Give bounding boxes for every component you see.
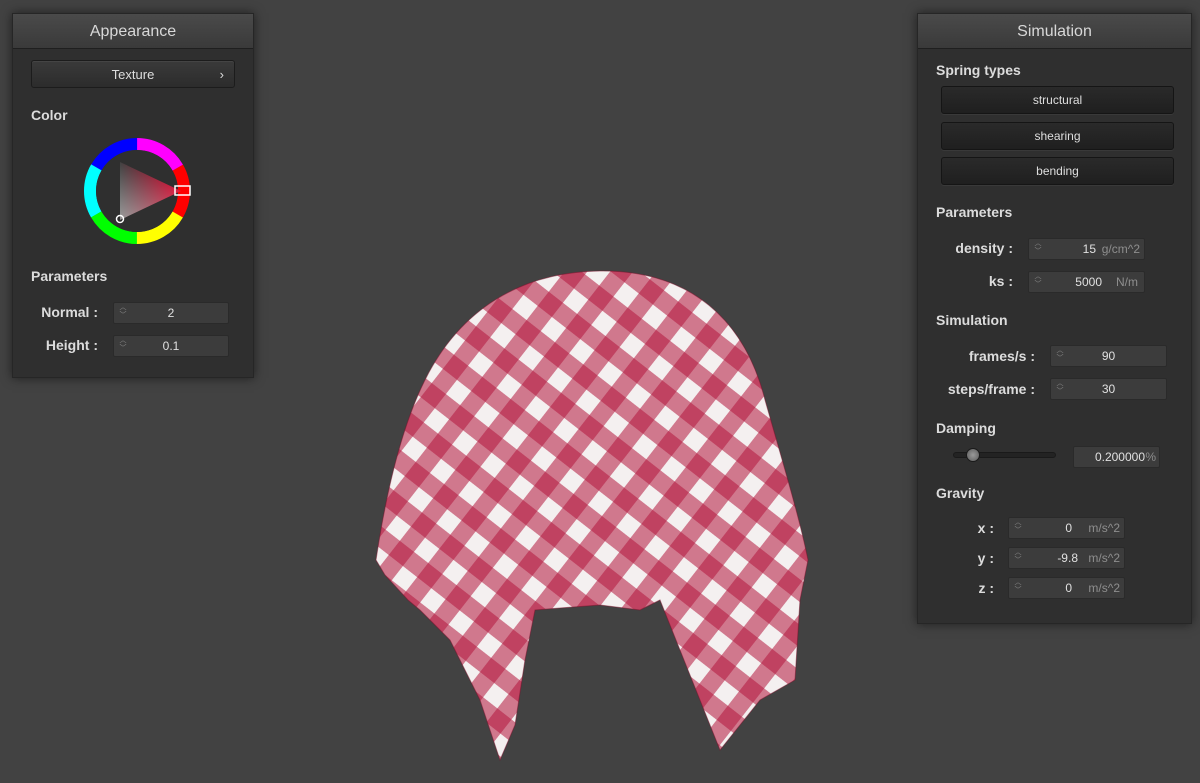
chevron-right-icon: › [219, 67, 224, 82]
shearing-button[interactable]: shearing [941, 122, 1174, 150]
normal-value: 2 [167, 306, 175, 320]
steps-value: 30 [1101, 382, 1116, 396]
gravity-z-unit: m/s^2 [1088, 581, 1120, 595]
spinner-icon[interactable]: ︿ ﹀ [1013, 549, 1023, 567]
fps-field[interactable]: ︿ ﹀ 90 [1050, 345, 1167, 367]
damping-slider-knob[interactable] [966, 448, 981, 462]
texture-button-label: Texture [111, 67, 155, 82]
spinner-icon[interactable]: ︿ ﹀ [1013, 519, 1023, 537]
gravity-y-label: y : [977, 550, 994, 566]
density-label: density : [955, 240, 1013, 256]
spring-types-label: Spring types [936, 62, 1021, 78]
sim-parameters-label: Parameters [936, 204, 1013, 220]
gravity-z-field[interactable]: ︿ ﹀ 0 m/s^2 [1008, 577, 1125, 599]
steps-label: steps/frame : [947, 381, 1035, 397]
gravity-x-unit: m/s^2 [1088, 521, 1120, 535]
height-field[interactable]: ︿ ﹀ 0.1 [113, 335, 229, 357]
simulation-section-label: Simulation [936, 312, 1008, 328]
cloth-mesh [376, 270, 808, 760]
appearance-title: Appearance [13, 14, 253, 49]
steps-field[interactable]: ︿ ﹀ 30 [1050, 378, 1167, 400]
gravity-z-value: 0 [1065, 581, 1072, 595]
ks-unit: N/m [1116, 275, 1138, 289]
spinner-icon[interactable]: ︿ ﹀ [1033, 273, 1043, 291]
normal-label: Normal : [41, 304, 98, 320]
gravity-z-label: z : [978, 580, 994, 596]
damping-value: 0.200000 [1094, 450, 1145, 464]
spinner-icon[interactable]: ︿ ﹀ [1033, 240, 1043, 258]
spinner-icon[interactable]: ︿ ﹀ [1013, 579, 1023, 597]
damping-unit: % [1145, 450, 1156, 464]
bending-button[interactable]: bending [941, 157, 1174, 185]
texture-button[interactable]: Texture › [31, 60, 235, 88]
normal-field[interactable]: ︿ ﹀ 2 [113, 302, 229, 324]
gravity-label: Gravity [936, 485, 985, 501]
damping-label: Damping [936, 420, 996, 436]
simulation-panel: Simulation Spring types structural shear… [917, 13, 1192, 624]
density-value: 15 [1082, 242, 1096, 256]
appearance-parameters-label: Parameters [31, 268, 108, 284]
density-unit: g/cm^2 [1101, 242, 1140, 256]
ks-field[interactable]: ︿ ﹀ 5000 N/m [1028, 271, 1145, 293]
gravity-y-unit: m/s^2 [1088, 551, 1120, 565]
ks-value: 5000 [1075, 275, 1102, 289]
gravity-y-field[interactable]: ︿ ﹀ -9.8 m/s^2 [1008, 547, 1125, 569]
appearance-panel: Appearance Texture › Color Parameters No… [12, 13, 254, 378]
fps-value: 90 [1101, 349, 1116, 363]
density-field[interactable]: ︿ ﹀ 15 g/cm^2 [1028, 238, 1145, 260]
gravity-y-value: -9.8 [1057, 551, 1078, 565]
damping-field[interactable]: 0.200000 % [1073, 446, 1160, 468]
height-label: Height : [45, 337, 98, 353]
gravity-x-label: x : [977, 520, 994, 536]
gravity-x-value: 0 [1065, 521, 1072, 535]
simulation-title: Simulation [918, 14, 1191, 49]
gravity-x-field[interactable]: ︿ ﹀ 0 m/s^2 [1008, 517, 1125, 539]
structural-button[interactable]: structural [941, 86, 1174, 114]
height-value: 0.1 [162, 339, 180, 353]
fps-label: frames/s : [968, 348, 1035, 364]
color-wheel[interactable] [82, 136, 192, 246]
color-label: Color [31, 107, 68, 123]
ks-label: ks : [988, 273, 1013, 289]
